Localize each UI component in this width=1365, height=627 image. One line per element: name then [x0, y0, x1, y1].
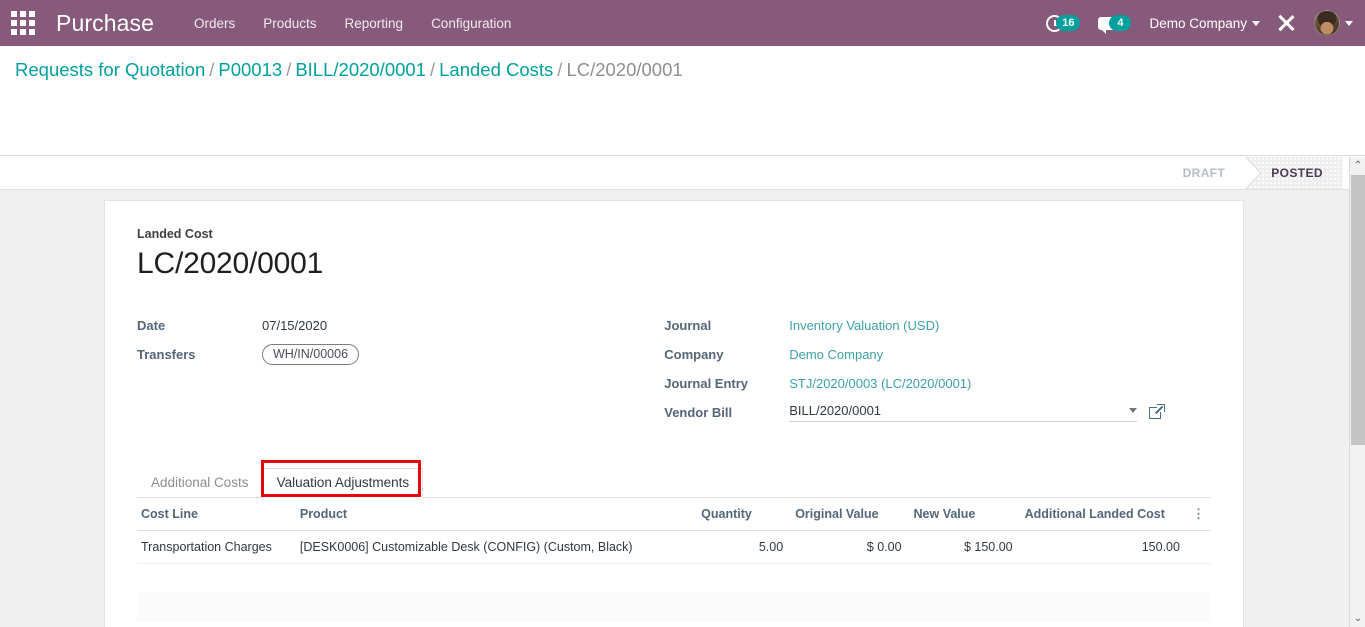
field-transfers: Transfers WH/IN/00006 [137, 342, 664, 367]
field-company-label: Company [664, 347, 724, 362]
breadcrumb-separator: / [557, 59, 563, 80]
odoo-purchase-landed-cost-page: Purchase Orders Products Reporting Confi… [0, 0, 1365, 627]
column-header-additional-landed-cost[interactable]: Additional Landed Cost [1018, 498, 1186, 531]
breadcrumb-item-current: LC/2020/0001 [566, 59, 683, 80]
navbar-right-tools: 16 4 Demo Company [1046, 10, 1365, 36]
table-row[interactable]: Transportation Charges [DESK0006] Custom… [137, 530, 1211, 564]
table-body: Transportation Charges [DESK0006] Custom… [137, 530, 1211, 627]
messaging-menu[interactable]: 4 [1098, 15, 1132, 34]
table-header-row: Cost Line Product Quantity Original Valu… [137, 498, 1211, 531]
scroll-up-icon[interactable]: ⌃ [1350, 157, 1365, 174]
scrollbar-thumb[interactable] [1351, 175, 1365, 445]
navbar-menu: Orders Products Reporting Configuration [194, 12, 511, 35]
cell-row-options [1185, 530, 1211, 564]
notebook: Additional Costs Valuation Adjustments C… [137, 460, 1211, 627]
field-journal: Journal Inventory Valuation (USD) [664, 313, 1211, 338]
vendor-bill-input-wrapper[interactable] [789, 403, 1138, 422]
cell-new-value[interactable]: $ 150.00 [907, 530, 1019, 564]
cell-product[interactable]: [DESK0006] Customizable Desk (CONFIG) (C… [293, 530, 696, 564]
breadcrumb-item-p00013[interactable]: P00013 [218, 59, 282, 80]
top-navbar: Purchase Orders Products Reporting Confi… [0, 0, 1365, 46]
chevron-down-icon[interactable] [1129, 408, 1138, 413]
field-journal-entry-value[interactable]: STJ/2020/0003 (LC/2020/0001) [789, 376, 971, 391]
activity-count-badge: 16 [1056, 15, 1081, 31]
menu-item-reporting[interactable]: Reporting [345, 12, 404, 35]
column-header-product[interactable]: Product [293, 498, 696, 531]
apps-grid-icon[interactable] [10, 10, 36, 36]
table-empty-row [137, 592, 1211, 622]
chevron-down-icon [1252, 21, 1260, 27]
breadcrumb-separator: / [209, 59, 215, 80]
column-header-quantity[interactable]: Quantity [695, 498, 790, 531]
control-panel: Requests for Quotation / P00013/BILL/2020/… [0, 46, 1365, 190]
column-header-cost-line[interactable]: Cost Line [137, 498, 294, 531]
company-switcher-label: Demo Company [1149, 15, 1247, 31]
table-empty-row [137, 563, 1211, 593]
status-stages: DRAFT POSTED [1156, 157, 1343, 189]
field-company: Company Demo Company [664, 342, 1211, 367]
column-header-new-value[interactable]: New Value [907, 498, 1019, 531]
scroll-down-icon[interactable]: ⌄ [1350, 610, 1365, 627]
field-vendor-bill-label: Vendor Bill [664, 405, 733, 420]
debug-wrench-icon[interactable] [1278, 14, 1296, 32]
menu-item-orders[interactable]: Orders [194, 12, 235, 35]
field-company-value[interactable]: Demo Company [789, 347, 883, 362]
breadcrumb-item-bill-2020-0001[interactable]: BILL/2020/0001 [295, 59, 426, 80]
cell-quantity[interactable]: 5.00 [695, 530, 790, 564]
company-switcher[interactable]: Demo Company [1149, 16, 1260, 31]
notebook-tab-strip: Additional Costs Valuation Adjustments [137, 467, 1211, 498]
statusbar-row: DRAFT POSTED [0, 157, 1349, 190]
activities-menu[interactable]: 16 [1046, 14, 1081, 32]
tab-valuation-adjustments[interactable]: Valuation Adjustments [262, 468, 424, 498]
breadcrumb-item-landed-costs[interactable]: Landed Costs [439, 59, 553, 80]
form-left-column: Date 07/15/2020 Transfers WH/IN/00006 [137, 313, 664, 429]
user-menu-chevron-down-icon[interactable] [1345, 20, 1353, 26]
column-header-original-value[interactable]: Original Value [789, 498, 908, 531]
tab-additional-costs[interactable]: Additional Costs [137, 468, 263, 498]
cell-additional-landed-cost[interactable]: 150.00 [1018, 530, 1186, 564]
field-journal-label: Journal [664, 318, 712, 333]
menu-item-products[interactable]: Products [263, 12, 316, 35]
menu-item-configuration[interactable]: Configuration [431, 12, 511, 35]
field-journal-entry-label: Journal Entry [664, 376, 749, 391]
valuation-adjustments-table: Cost Line Product Quantity Original Valu… [137, 498, 1211, 627]
field-date: Date 07/15/2020 [137, 313, 664, 338]
form-right-column: Journal Inventory Valuation (USD) Compan… [664, 313, 1211, 429]
table-empty-row [137, 621, 1211, 627]
app-brand-title[interactable]: Purchase [56, 10, 154, 37]
avatar[interactable] [1314, 10, 1340, 36]
external-link-icon[interactable] [1149, 404, 1166, 420]
cell-original-value[interactable]: $ 0.00 [789, 530, 908, 564]
field-date-value[interactable]: 07/15/2020 [262, 318, 327, 333]
page-title-label: Landed Cost [137, 227, 213, 241]
message-count-badge: 4 [1109, 15, 1132, 31]
status-stage-draft[interactable]: DRAFT [1156, 157, 1261, 189]
form-fields-area: Date 07/15/2020 Transfers WH/IN/00006 Jo… [137, 313, 1211, 429]
field-vendor-bill: Vendor Bill [664, 400, 1211, 425]
field-journal-entry: Journal Entry STJ/2020/0003 (LC/2020/000… [664, 371, 1211, 396]
transfers-tag[interactable]: WH/IN/00006 [262, 344, 360, 365]
vendor-bill-input[interactable] [789, 403, 1105, 418]
vertical-scrollbar[interactable]: ⌃ ⌄ [1349, 157, 1365, 627]
breadcrumb-separator: / [286, 59, 292, 80]
form-sheet: Landed Cost LC/2020/0001 Date 07/15/2020… [104, 200, 1244, 627]
field-journal-value[interactable]: Inventory Valuation (USD) [789, 318, 939, 333]
breadcrumb-item-requests-for-quotation[interactable]: Requests for Quotation [15, 59, 205, 80]
column-options-icon[interactable]: ⋮ [1185, 498, 1211, 531]
page-title: LC/2020/0001 [137, 247, 324, 280]
field-transfers-label: Transfers [137, 347, 196, 362]
breadcrumb-separator: / [429, 59, 436, 80]
form-body: Landed Cost LC/2020/0001 Date 07/15/2020… [0, 190, 1349, 627]
breadcrumb: Requests for Quotation / P00013/BILL/2020/… [15, 56, 1115, 83]
cell-cost-line[interactable]: Transportation Charges [137, 530, 294, 564]
field-date-label: Date [137, 318, 166, 333]
